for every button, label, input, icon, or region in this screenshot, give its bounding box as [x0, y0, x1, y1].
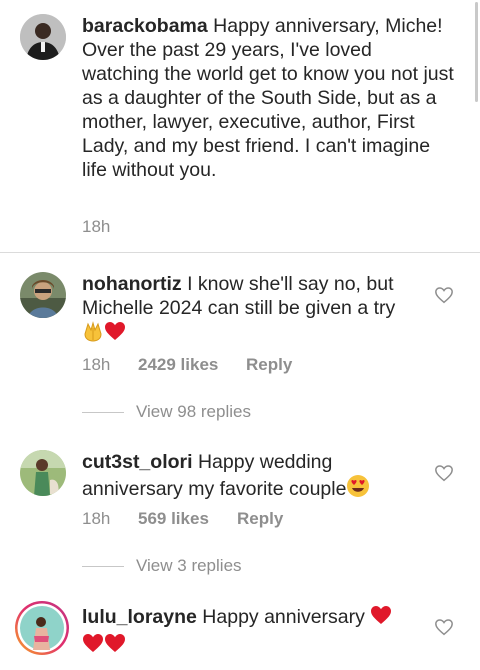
likes-count[interactable]: 569 likes — [138, 509, 237, 529]
caption-meta: 18h — [82, 217, 110, 237]
caption-text: barackobama Happy anniversary, Miche! Ov… — [82, 14, 454, 182]
view-replies-button[interactable]: View 98 replies — [82, 402, 251, 422]
view-replies-label: View 98 replies — [136, 402, 251, 421]
caption-body: Happy anniversary, Miche! Over the past … — [82, 15, 454, 181]
comment-text: cut3st_olori Happy wedding anniversary m… — [82, 450, 422, 504]
caption-time: 18h — [82, 217, 111, 236]
comment-text: lulu_lorayne Happy anniversary — [82, 604, 422, 660]
view-replies-button[interactable]: View 3 replies — [82, 556, 242, 576]
avatar[interactable] — [20, 14, 66, 60]
like-heart-icon[interactable] — [434, 618, 454, 636]
likes-count[interactable]: 2429 likes — [138, 355, 246, 375]
avatar[interactable] — [20, 272, 66, 318]
comment-time: 18h — [82, 355, 111, 374]
post-caption: barackobama Happy anniversary, Miche! Ov… — [0, 0, 480, 253]
avatar[interactable] — [20, 450, 66, 496]
heart-eyes-emoji — [346, 474, 370, 504]
comment-text: nohanortiz I know she'll say no, but Mic… — [82, 272, 430, 348]
reply-button[interactable]: Reply — [246, 355, 292, 375]
view-replies-label: View 3 replies — [136, 556, 242, 575]
comment-username[interactable]: cut3st_olori — [82, 451, 193, 473]
like-heart-icon[interactable] — [434, 286, 454, 304]
divider-line — [82, 411, 124, 413]
red-heart-emoji — [104, 320, 126, 348]
raised-hands-emoji — [82, 320, 104, 348]
like-heart-icon[interactable] — [434, 464, 454, 482]
comment-time: 18h — [82, 509, 111, 528]
comment-username[interactable]: nohanortiz — [82, 273, 182, 295]
comment-meta: 18h 2429 likes Reply — [82, 355, 292, 375]
red-heart-emoji — [104, 632, 126, 660]
comment-meta: 18h 569 likes Reply — [82, 509, 283, 529]
comment-body: Happy anniversary — [196, 606, 371, 628]
comment-username[interactable]: lulu_lorayne — [82, 606, 197, 628]
story-ring-avatar[interactable] — [14, 600, 70, 656]
red-heart-emoji — [370, 604, 392, 632]
reply-button[interactable]: Reply — [237, 509, 283, 529]
caption-username[interactable]: barackobama — [82, 15, 208, 37]
divider-line — [82, 565, 124, 567]
red-heart-emoji — [82, 632, 104, 660]
